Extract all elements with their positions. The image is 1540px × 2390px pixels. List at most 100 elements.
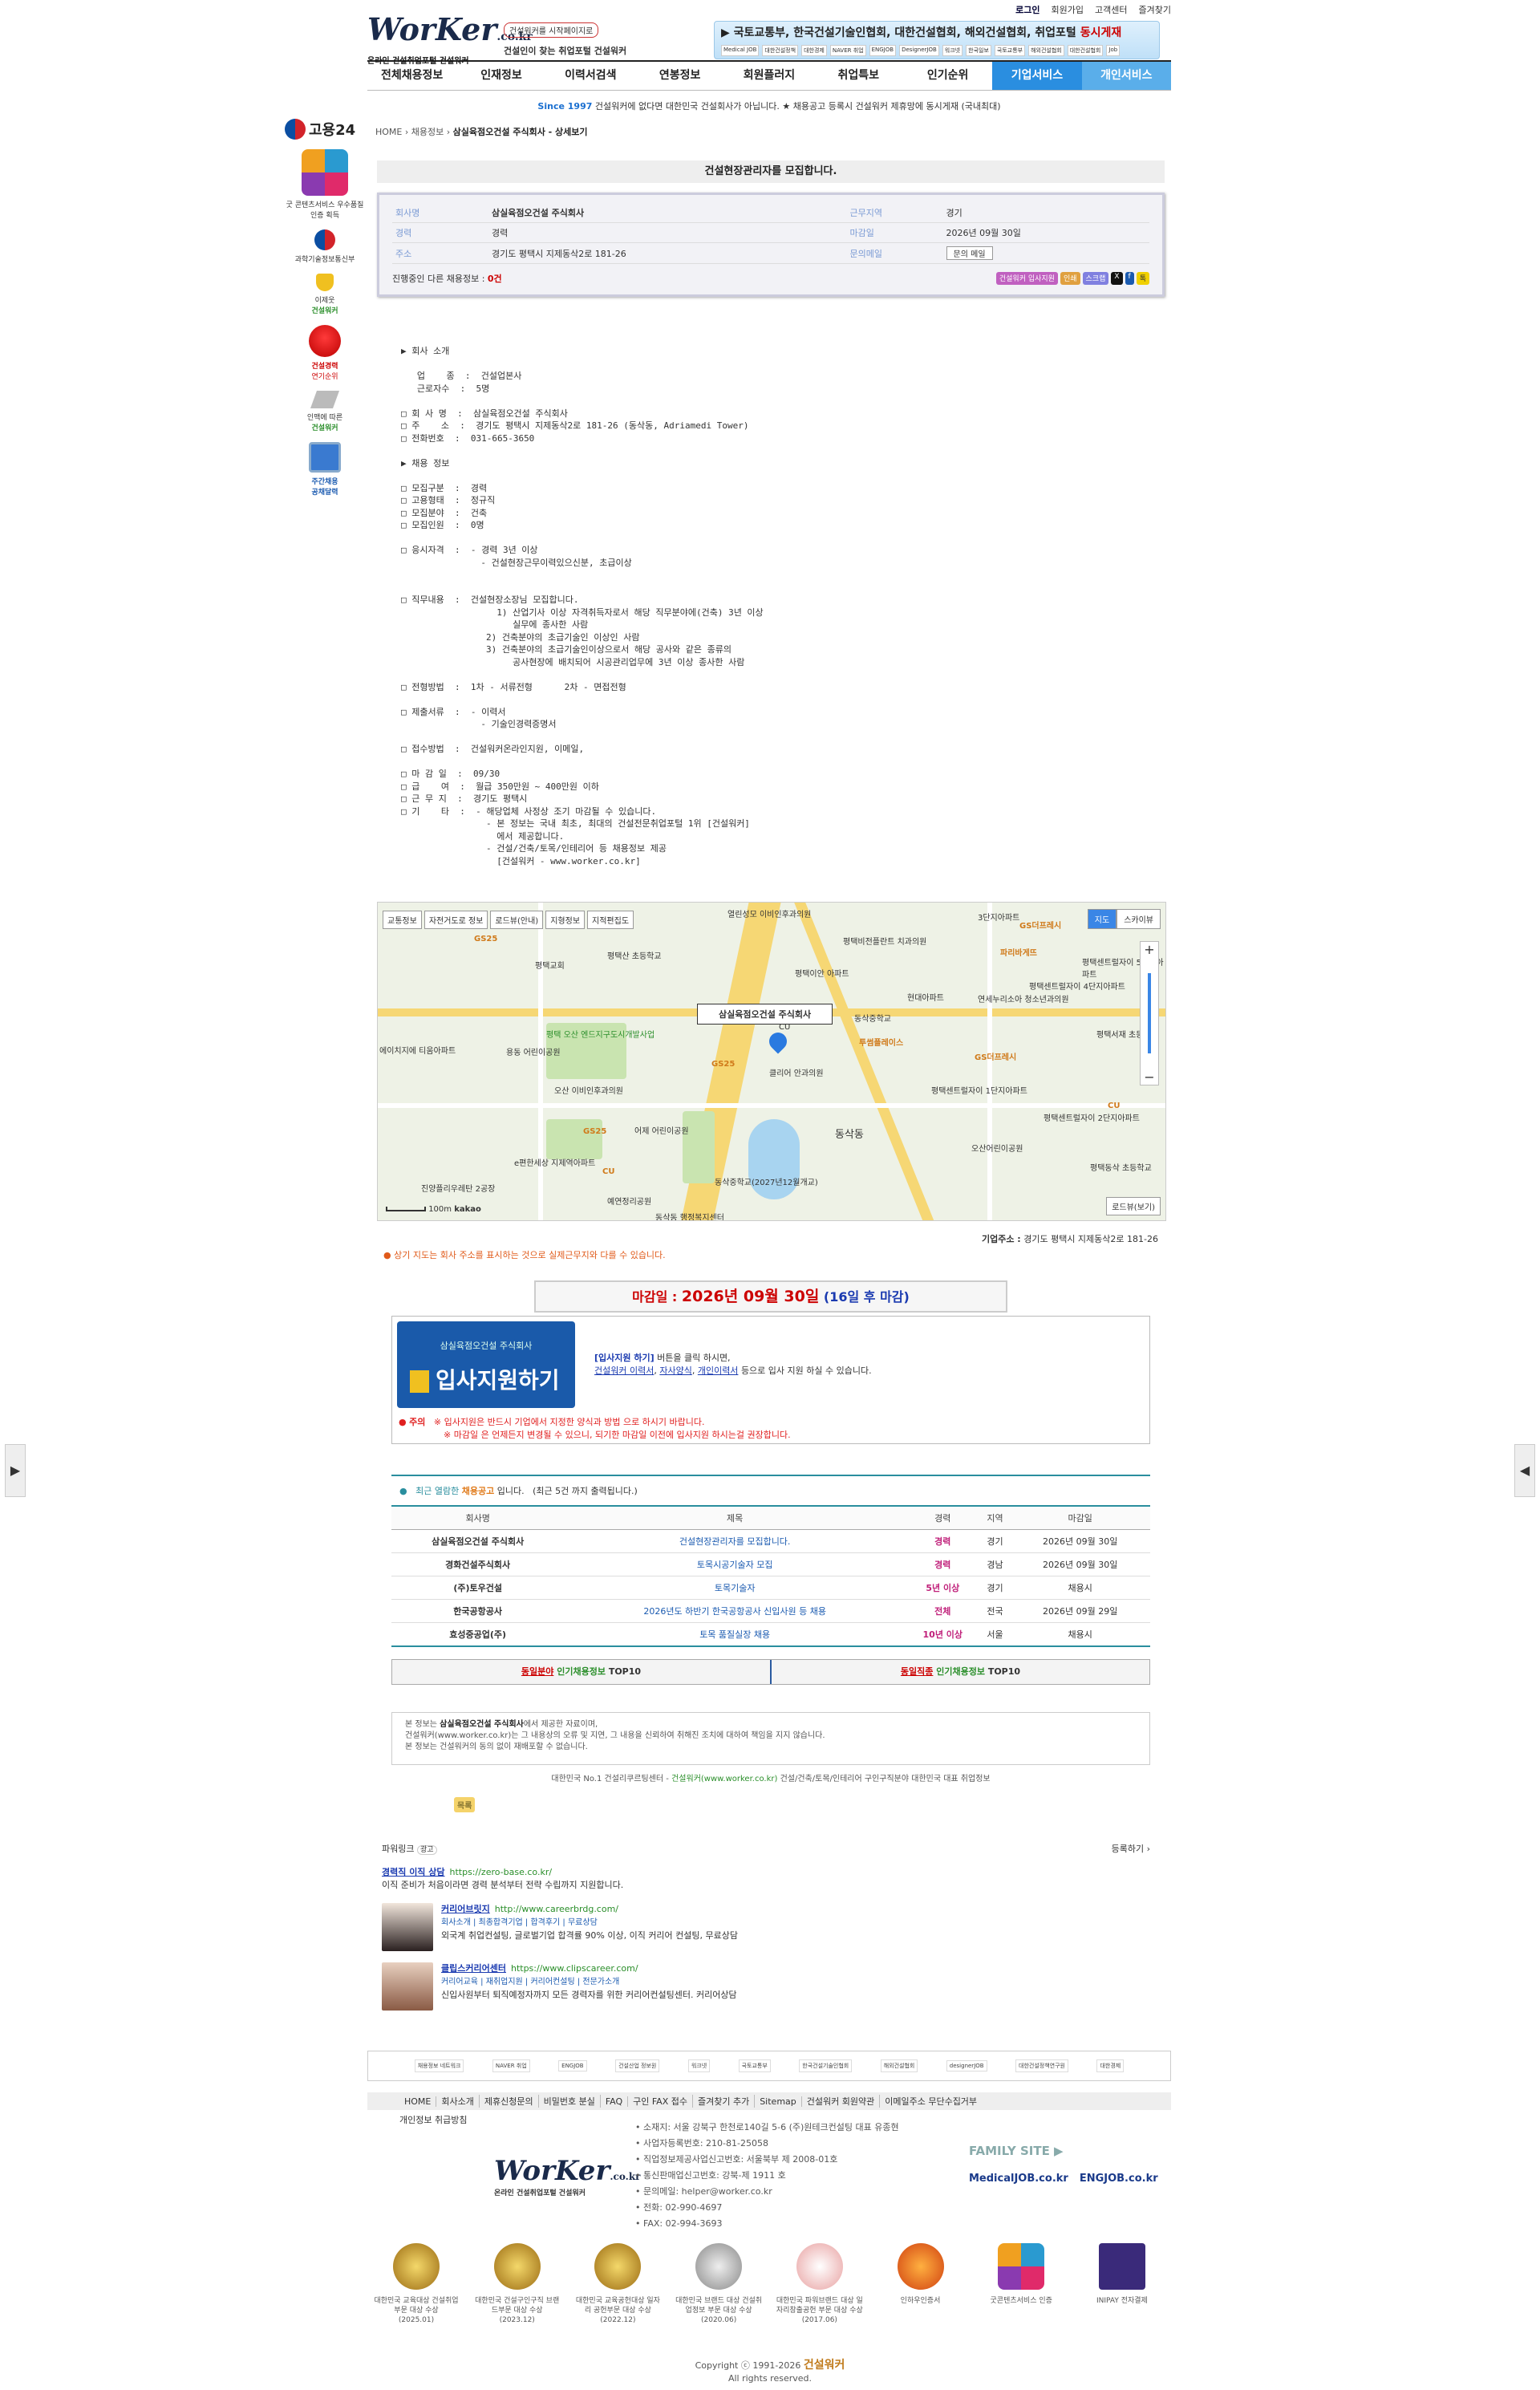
login-link[interactable]: 로그인 bbox=[1015, 3, 1040, 16]
table-row[interactable]: 효성중공업(주) 토목 품질실장 채용 10년 이상 서울 채용시 bbox=[391, 1622, 1150, 1647]
map-type-map[interactable]: 지도 bbox=[1087, 909, 1117, 929]
location-map[interactable]: 열린성모 이비인후과의원 평택비전플란트 치과의원 평택교회 평택이안 아파트 … bbox=[377, 902, 1166, 1221]
map-traffic-button[interactable]: 교통정보 bbox=[383, 911, 422, 929]
msit-ad[interactable]: 과학기술정보통신부 bbox=[285, 229, 365, 264]
footer-partner-logo[interactable]: designerJOB bbox=[946, 2060, 987, 2071]
footer-link[interactable]: 구인 FAX 접수 bbox=[628, 2095, 693, 2108]
side-ad-4[interactable]: 건설경력 연기순위 bbox=[285, 325, 365, 381]
nav-member[interactable]: 회원플러지 bbox=[724, 62, 813, 90]
map-bike-button[interactable]: 자전거도로 정보 bbox=[424, 911, 488, 929]
footer-link[interactable]: 건설워커 회원약관 bbox=[802, 2095, 881, 2108]
apply-button[interactable]: 삼실육점오건설 주식회사 입사지원하기 bbox=[397, 1321, 575, 1408]
tab-same-job-top10[interactable]: 동일직종 인기채용정보 TOP10 bbox=[772, 1660, 1149, 1684]
row-title[interactable]: 토목기술자 bbox=[564, 1576, 906, 1600]
footer-partner-logo[interactable]: 워크넷 bbox=[687, 2059, 711, 2072]
row-title[interactable]: 2026년도 하반기 한국공항공사 신입사원 등 채용 bbox=[564, 1599, 906, 1623]
footer-partner-logo[interactable]: 해외건설협회 bbox=[880, 2059, 918, 2072]
footer-link[interactable]: 즐겨찾기 추가 bbox=[693, 2095, 756, 2108]
list-button[interactable]: 목록 bbox=[454, 1797, 476, 1812]
family-engjob[interactable]: ENGJOB.co.kr bbox=[1080, 2173, 1158, 2185]
map-type-skyview[interactable]: 스카이뷰 bbox=[1116, 909, 1161, 929]
side-ad-6[interactable]: 주간채용 공채달력 bbox=[285, 442, 365, 497]
footer-link[interactable]: Sitemap bbox=[755, 2096, 802, 2107]
right-scroll-arrow-icon[interactable]: ◀ bbox=[1514, 1444, 1535, 1497]
table-row[interactable]: 삼실육점오건설 주식회사 건설현장관리자를 모집합니다. 경력 경기 2026년 09월… bbox=[391, 1529, 1150, 1553]
map-roadview-guide-button[interactable]: 로드뷰(안내) bbox=[490, 911, 544, 929]
row-title[interactable]: 건설현장관리자를 모집합니다. bbox=[564, 1529, 906, 1553]
map-zoom-control[interactable]: + − bbox=[1140, 941, 1159, 1085]
kakao-share-icon[interactable]: 톡 bbox=[1136, 272, 1149, 285]
inquiry-mail-button[interactable]: 문의 메일 bbox=[946, 246, 993, 260]
facebook-share-icon[interactable]: f bbox=[1125, 272, 1134, 285]
footer-partner-logo[interactable]: 한국건설기술인협회 bbox=[799, 2059, 853, 2072]
good-content-ad[interactable]: 굿 콘텐츠서비스 우수품질인증 획득 bbox=[285, 149, 365, 220]
x-share-icon[interactable]: X bbox=[1111, 272, 1123, 285]
ad-title[interactable]: 커리어브릿지 bbox=[441, 1904, 490, 1914]
breadcrumb-category[interactable]: 채용정보 bbox=[411, 127, 444, 137]
print-button[interactable]: 인쇄 bbox=[1060, 272, 1080, 285]
nav-news[interactable]: 취업특보 bbox=[814, 62, 903, 90]
map-pin-icon[interactable] bbox=[765, 1029, 791, 1054]
site-logo[interactable]: WorKer.co.kr 온라인 건설취업포털 건설워커 bbox=[367, 13, 533, 67]
tab-same-field-top10[interactable]: 동일분야 인기채용정보 TOP10 bbox=[392, 1660, 772, 1684]
footer-partner-logo[interactable]: 건설산업 정보원 bbox=[615, 2059, 660, 2072]
nav-resume-search[interactable]: 이력서검색 bbox=[546, 62, 635, 90]
ad-sub[interactable]: 회사소개 | 최종합격기업 | 합격후기 | 무료상담 bbox=[441, 1918, 598, 1927]
ad-photo[interactable] bbox=[382, 1903, 433, 1951]
footer-partner-logo[interactable]: ENGJOB bbox=[558, 2060, 587, 2071]
table-row[interactable]: (주)토우건설 토목기술자 5년 이상 경기 채용시 bbox=[391, 1576, 1150, 1600]
row-title[interactable]: 토목 품질실장 채용 bbox=[564, 1622, 906, 1647]
table-row[interactable]: 한국공항공사 2026년도 하반기 한국공항공사 신입사원 등 채용 전체 전국 202… bbox=[391, 1599, 1150, 1623]
footer-link[interactable]: 제휴신청문의 bbox=[480, 2095, 539, 2108]
footer-link[interactable]: FAQ bbox=[601, 2096, 629, 2107]
footer-link[interactable]: 이메일주소 무단수집거부 bbox=[880, 2095, 982, 2108]
ad-title[interactable]: 클립스커리어센터 bbox=[441, 1963, 506, 1974]
footer-link[interactable]: HOME bbox=[399, 2096, 437, 2107]
start-page-pill[interactable]: 건설워커를 시작페이지로 bbox=[504, 22, 599, 38]
map-cadastral-button[interactable]: 지적편집도 bbox=[587, 911, 634, 929]
side-ad-5[interactable]: 인맥에 따른 건설워커 bbox=[285, 391, 365, 432]
srcline-b[interactable]: 건설워커(www.worker.co.kr) bbox=[671, 1775, 777, 1783]
footer-partner-logo[interactable]: NAVER 취업 bbox=[492, 2059, 530, 2072]
footer-link[interactable]: 비밀번호 분실 bbox=[539, 2095, 601, 2108]
ad-url[interactable]: http://www.careerbrdg.com/ bbox=[495, 1904, 618, 1914]
ad-sub[interactable]: 커리어교육 | 재취업지원 | 커리어컨설팅 | 전문가소개 bbox=[441, 1978, 619, 1986]
roadview-button[interactable]: 로드뷰(보기) bbox=[1106, 1197, 1161, 1215]
other-jobs[interactable]: 진행중인 다른 채용정보 : 0건 bbox=[392, 272, 502, 285]
footer-partner-logo[interactable]: 대한경제 bbox=[1096, 2059, 1125, 2072]
zoom-out-icon[interactable]: − bbox=[1141, 1069, 1158, 1085]
footer-link[interactable]: 회사소개 bbox=[436, 2095, 480, 2108]
personal-resume-link[interactable]: 개인이력서 bbox=[698, 1365, 739, 1376]
breadcrumb-home[interactable]: HOME bbox=[375, 127, 402, 137]
footer-logo[interactable]: WorKer.co.kr 온라인 건설취업포털 건설워커 bbox=[494, 2155, 640, 2197]
join-link[interactable]: 회원가입 bbox=[1052, 3, 1084, 16]
left-scroll-arrow-icon[interactable]: ▶ bbox=[5, 1444, 26, 1497]
side-ad-3[interactable]: 이제웃 건설워커 bbox=[285, 274, 365, 315]
partner-banner[interactable]: ▶ 국토교통부, 한국건설기술인협회, 대한건설협회, 해외건설협회, 취업포털… bbox=[714, 21, 1160, 59]
nav-salary[interactable]: 연봉정보 bbox=[635, 62, 724, 90]
zoom-in-icon[interactable]: + bbox=[1141, 942, 1158, 957]
company-form-link[interactable]: 자사양식 bbox=[659, 1365, 691, 1376]
privacy-link[interactable]: 개인정보 취급방침 bbox=[399, 2113, 467, 2126]
nav-all-jobs[interactable]: 전체채용정보 bbox=[367, 62, 456, 90]
scrap-button[interactable]: 스크랩 bbox=[1082, 272, 1109, 285]
row-title[interactable]: 토목시공기술자 모집 bbox=[564, 1552, 906, 1576]
ad-url[interactable]: https://zero-base.co.kr/ bbox=[450, 1867, 553, 1877]
apply-small-button[interactable]: 건설워커 입사지원 bbox=[995, 272, 1058, 285]
map-terrain-button[interactable]: 지형정보 bbox=[545, 911, 586, 929]
footer-partner-logo[interactable]: 채용정보 네트워크 bbox=[414, 2059, 464, 2072]
ad-title[interactable]: 경력직 이직 상담 bbox=[382, 1867, 445, 1877]
footer-partner-logo[interactable]: 대한건설정책연구원 bbox=[1015, 2059, 1068, 2072]
ad-url[interactable]: https://www.clipscareer.com/ bbox=[511, 1963, 638, 1974]
goyong24-logo[interactable]: 고용24 bbox=[285, 119, 365, 140]
table-row[interactable]: 경화건설주식회사 토목시공기술자 모집 경력 경남 2026년 09월 30일 bbox=[391, 1552, 1150, 1576]
powerlink-register[interactable]: 등록하기 › bbox=[1112, 1842, 1150, 1855]
resume-link[interactable]: 건설워커 이력서 bbox=[594, 1365, 654, 1376]
family-medicaljob[interactable]: MedicalJOB.co.kr bbox=[969, 2173, 1068, 2185]
nav-ranking[interactable]: 인기순위 bbox=[903, 62, 992, 90]
nav-business-service[interactable]: 기업서비스 bbox=[992, 62, 1082, 90]
zoom-slider[interactable] bbox=[1148, 973, 1151, 1053]
support-link[interactable]: 고객센터 bbox=[1095, 3, 1127, 16]
nav-talent[interactable]: 인재정보 bbox=[456, 62, 545, 90]
footer-partner-logo[interactable]: 국토교통부 bbox=[738, 2059, 771, 2072]
